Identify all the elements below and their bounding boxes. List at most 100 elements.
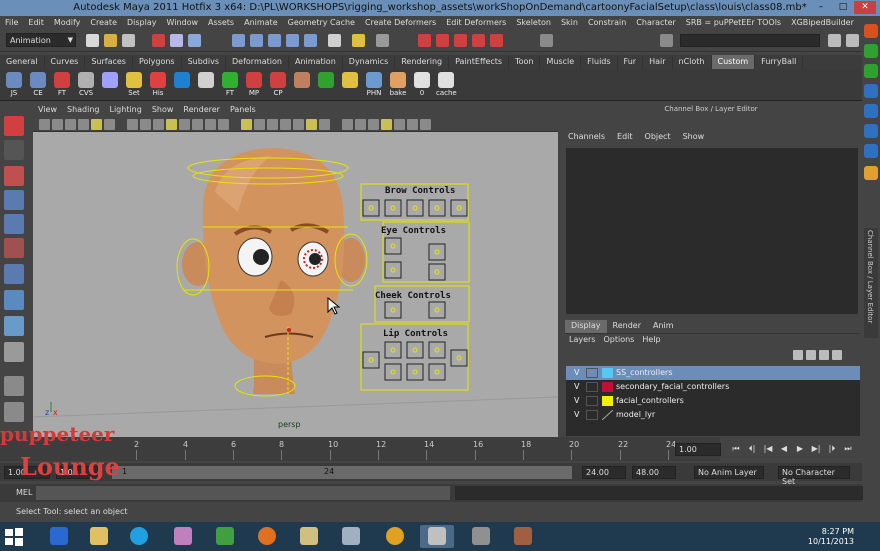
playback-button-6[interactable]: |⏵ <box>824 444 840 454</box>
back-icon[interactable] <box>864 24 878 38</box>
hypershade-icon[interactable] <box>472 34 485 47</box>
toggle-attribute-editor-icon[interactable] <box>846 34 859 47</box>
layer-visibility-toggle[interactable]: V <box>574 410 579 419</box>
panel-menu-lighting[interactable]: Lighting <box>104 104 146 114</box>
character-set-dropdown[interactable]: No Character Set <box>778 466 850 486</box>
panel-tool-icon[interactable] <box>368 119 379 130</box>
lip-control-button[interactable] <box>384 341 402 359</box>
shelf-button-13[interactable] <box>316 72 336 98</box>
four-view-layout-icon[interactable] <box>4 402 24 422</box>
perspective-viewport[interactable]: Brow Controls Eye Controls Cheek Control… <box>33 132 558 437</box>
menu-create[interactable]: Create <box>85 16 122 27</box>
new-scene-icon[interactable] <box>86 34 99 47</box>
shelf-button-8[interactable] <box>196 72 216 98</box>
shelf-button-14[interactable] <box>340 72 360 98</box>
panel-tool-icon[interactable] <box>78 119 89 130</box>
snap-live-icon[interactable] <box>304 34 317 47</box>
playback-end-input[interactable]: 24.00 <box>582 466 626 479</box>
shelf-button-phn[interactable]: PHN <box>364 72 384 98</box>
stop-icon[interactable] <box>864 124 878 138</box>
shelf-button-ce[interactable]: CE <box>28 72 48 98</box>
cheek-control-button[interactable] <box>384 301 402 319</box>
toggle-channel-box-icon[interactable] <box>828 34 841 47</box>
render-current-icon[interactable] <box>418 34 431 47</box>
new-layer-from-selection-icon[interactable] <box>832 350 842 360</box>
channel-box-menu-object[interactable]: Object <box>639 132 677 141</box>
menu-geometry-cache[interactable]: Geometry Cache <box>283 16 360 27</box>
brow-control-button[interactable] <box>384 199 402 217</box>
shelf-tab-hair[interactable]: Hair <box>643 55 673 69</box>
panel-menu-shading[interactable]: Shading <box>62 104 105 114</box>
shelf-tab-ncloth[interactable]: nCloth <box>673 55 712 69</box>
layer-tab-anim[interactable]: Anim <box>647 320 680 333</box>
capture-app[interactable] <box>464 525 498 548</box>
shelf-tab-rendering[interactable]: Rendering <box>395 55 450 69</box>
shelf-button-7[interactable] <box>172 72 192 98</box>
snap-grid-icon[interactable] <box>232 34 245 47</box>
open-scene-icon[interactable] <box>104 34 117 47</box>
media-app[interactable] <box>166 525 200 548</box>
select-object-icon[interactable] <box>170 34 183 47</box>
layer-menu-layers[interactable]: Layers <box>565 335 599 344</box>
shelf-tab-subdivs[interactable]: Subdivs <box>182 55 227 69</box>
layer-color-swatch[interactable] <box>602 382 613 392</box>
construction-history-icon[interactable] <box>352 34 365 47</box>
playback-button-7[interactable]: ⏭ <box>840 444 856 454</box>
panel-tool-icon[interactable] <box>319 119 330 130</box>
panel-menu-view[interactable]: View <box>33 104 62 114</box>
channel-box-side-tab[interactable]: Channel Box / Layer Editor <box>864 228 878 338</box>
panel-tool-icon[interactable] <box>65 119 76 130</box>
panel-tool-icon[interactable] <box>342 119 353 130</box>
panel-tool-icon[interactable] <box>153 119 164 130</box>
windows-start-icon[interactable] <box>4 527 24 547</box>
brow-control-button[interactable] <box>362 199 380 217</box>
manipulator-tool-icon[interactable] <box>4 264 24 284</box>
shelf-button-his[interactable]: His <box>148 72 168 98</box>
panel-tool-icon[interactable] <box>280 119 291 130</box>
render-settings-icon[interactable] <box>454 34 467 47</box>
layer-playback-toggle[interactable] <box>586 368 598 378</box>
maya-app[interactable] <box>420 525 454 548</box>
shelf-button-0[interactable]: 0 <box>412 72 432 98</box>
spreadsheet-app[interactable] <box>208 525 242 548</box>
last-tool-icon[interactable] <box>4 342 24 362</box>
menu-skin[interactable]: Skin <box>556 16 583 27</box>
rename-field-icon[interactable] <box>660 34 673 47</box>
lip-control-button[interactable] <box>450 349 468 367</box>
ipr-render-icon[interactable] <box>436 34 449 47</box>
close-button[interactable]: ✕ <box>854 1 876 14</box>
layer-tab-render[interactable]: Render <box>607 320 647 333</box>
panel-tool-icon[interactable] <box>218 119 229 130</box>
eye-control-button[interactable] <box>384 261 402 279</box>
panel-menu-show[interactable]: Show <box>147 104 179 114</box>
panel-menu-panels[interactable]: Panels <box>225 104 261 114</box>
outlook-app[interactable] <box>42 525 76 548</box>
snap-curve-icon[interactable] <box>250 34 263 47</box>
panel-tool-icon[interactable] <box>179 119 190 130</box>
lip-control-button[interactable] <box>406 363 424 381</box>
eye-control-button[interactable] <box>428 263 446 281</box>
shelf-button-12[interactable] <box>292 72 312 98</box>
channel-box-menu-show[interactable]: Show <box>677 132 711 141</box>
shelf-tab-custom[interactable]: Custom <box>711 55 756 69</box>
soft-mod-tool-icon[interactable] <box>4 290 24 310</box>
single-perspective-layout-icon[interactable] <box>4 376 24 396</box>
move-layer-up-icon[interactable] <box>793 350 803 360</box>
layer-color-swatch[interactable] <box>602 368 613 378</box>
layer-row[interactable]: Vfacial_controllers <box>566 394 860 408</box>
menu-display[interactable]: Display <box>122 16 162 27</box>
menu-set-dropdown[interactable]: Animation ▼ <box>6 33 76 47</box>
shelf-tab-dynamics[interactable]: Dynamics <box>343 55 396 69</box>
panel-tool-icon[interactable] <box>205 119 216 130</box>
brow-control-button[interactable] <box>450 199 468 217</box>
current-frame-input[interactable]: 1.00 <box>675 443 721 456</box>
shelf-tab-fluids[interactable]: Fluids <box>581 55 618 69</box>
menu-xgbipedbuilder[interactable]: XGBipedBuilder <box>786 16 859 27</box>
menu-assets[interactable]: Assets <box>203 16 239 27</box>
panel-tool-icon[interactable] <box>355 119 366 130</box>
cheek-control-button[interactable] <box>428 301 446 319</box>
chat-icon[interactable] <box>864 64 878 78</box>
shelf-button-bake[interactable]: bake <box>388 72 408 98</box>
paint-select-tool-icon[interactable] <box>4 166 24 186</box>
panel-tool-icon[interactable] <box>394 119 405 130</box>
